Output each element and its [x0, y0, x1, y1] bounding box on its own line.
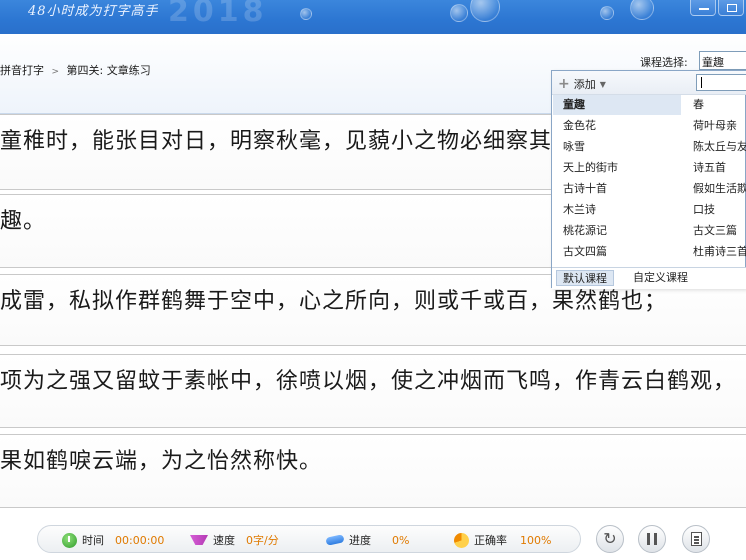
maximize-button[interactable] — [718, 0, 744, 16]
restart-icon: ↻ — [603, 529, 617, 548]
time-label: 时间 — [82, 534, 104, 547]
course-item[interactable]: 天上的街市 — [553, 158, 681, 178]
course-item[interactable]: 杜甫诗三首 — [683, 242, 746, 262]
pause-icon — [647, 533, 657, 545]
speed-icon — [190, 535, 208, 545]
course-item[interactable]: 古诗十首 — [553, 179, 681, 199]
course-item[interactable]: 木兰诗 — [553, 200, 681, 220]
source-line: 果如鹤唳云端，为之怡然称快。 — [0, 449, 323, 474]
course-item[interactable]: 陈太丘与友 — [683, 137, 746, 157]
course-item[interactable]: 童趣 — [553, 95, 681, 115]
bubble-decoration — [450, 4, 468, 22]
breadcrumb-separator: > — [51, 67, 60, 77]
pause-button[interactable] — [638, 525, 666, 553]
breadcrumb-item-pinyin[interactable]: 拼音打字 — [0, 64, 44, 77]
status-bar: 时间 00:00:00 速度 0字/分 进度 0% 正确率 100% ↻ — [0, 515, 746, 560]
bubble-decoration — [300, 8, 312, 20]
bubble-decoration — [600, 6, 614, 20]
course-item[interactable]: 古文三篇 — [683, 221, 746, 241]
speed-value: 0字/分 — [246, 534, 279, 547]
course-select-label: 课程选择: — [640, 56, 688, 69]
course-item[interactable]: 古文四篇 — [553, 242, 681, 262]
tab-default-courses[interactable]: 默认课程 — [556, 270, 614, 286]
course-search-input[interactable] — [696, 74, 746, 91]
clock-icon — [62, 532, 77, 548]
document-button[interactable] — [682, 525, 710, 553]
course-item[interactable]: 诗五首 — [683, 158, 746, 178]
banner-year-watermark: 2018 — [168, 0, 268, 29]
text-row: 果如鹤唳云端，为之怡然称快。 — [0, 434, 746, 508]
accuracy-label: 正确率 — [474, 534, 507, 547]
source-line: 项为之强又留蚊于素帐中，徐喷以烟，使之冲烟而飞鸣，作青云白鹤观， — [0, 369, 737, 394]
course-item[interactable]: 春 — [683, 95, 746, 115]
course-item[interactable]: 桃花源记 — [553, 221, 681, 241]
dropdown-tabs: 默认课程 自定义课程 — [552, 267, 746, 289]
stats-panel: 时间 00:00:00 速度 0字/分 进度 0% 正确率 100% — [37, 525, 581, 553]
course-select[interactable]: 童趣 — [699, 51, 746, 70]
progress-stat: 进度 0% — [325, 531, 410, 549]
title-banner: 48小时成为打字高手 2018 — [0, 0, 746, 34]
plus-icon: + — [558, 76, 570, 92]
add-course-label: 添加 — [573, 78, 596, 91]
breadcrumb-item-current: 第四关: 文章练习 — [66, 64, 151, 77]
progress-value: 0% — [392, 533, 410, 547]
time-stat: 时间 00:00:00 — [62, 531, 164, 549]
add-course-button[interactable]: + 添加 ▼ — [558, 76, 606, 92]
minimize-button[interactable] — [690, 0, 716, 16]
speed-stat: 速度 0字/分 — [190, 531, 279, 549]
course-item[interactable]: 口技 — [683, 200, 746, 220]
text-row: 项为之强又留蚊于素帐中，徐喷以烟，使之冲烟而飞鸣，作青云白鹤观， — [0, 354, 746, 428]
caret-down-icon: ▼ — [599, 79, 606, 89]
course-item[interactable]: 假如生活欺 — [683, 179, 746, 199]
restart-button[interactable]: ↻ — [596, 525, 624, 553]
progress-label: 进度 — [349, 534, 371, 547]
source-line: 趣。 — [0, 209, 47, 234]
course-item[interactable]: 金色花 — [553, 116, 681, 136]
tab-custom-courses[interactable]: 自定义课程 — [627, 270, 694, 286]
bubble-decoration — [630, 0, 654, 20]
course-item[interactable]: 荷叶母亲 — [683, 116, 746, 136]
progress-icon — [325, 534, 345, 546]
speed-label: 速度 — [213, 534, 235, 547]
accuracy-value: 100% — [520, 533, 552, 547]
breadcrumb: 拼音打字 > 第四关: 文章练习 — [0, 62, 151, 78]
accuracy-stat: 正确率 100% — [454, 531, 551, 549]
doc-icon — [690, 532, 702, 546]
bubble-decoration — [470, 0, 500, 22]
course-item[interactable]: 咏雪 — [553, 137, 681, 157]
banner-slogan: 48小时成为打字高手 — [28, 4, 159, 19]
dropdown-header: + 添加 ▼ — [552, 71, 746, 95]
course-dropdown: + 添加 ▼ 童趣 金色花 咏雪 天上的街市 古诗十首 木兰诗 桃花源记 古文四… — [551, 70, 746, 289]
time-value: 00:00:00 — [115, 533, 165, 547]
accuracy-icon — [454, 532, 469, 548]
